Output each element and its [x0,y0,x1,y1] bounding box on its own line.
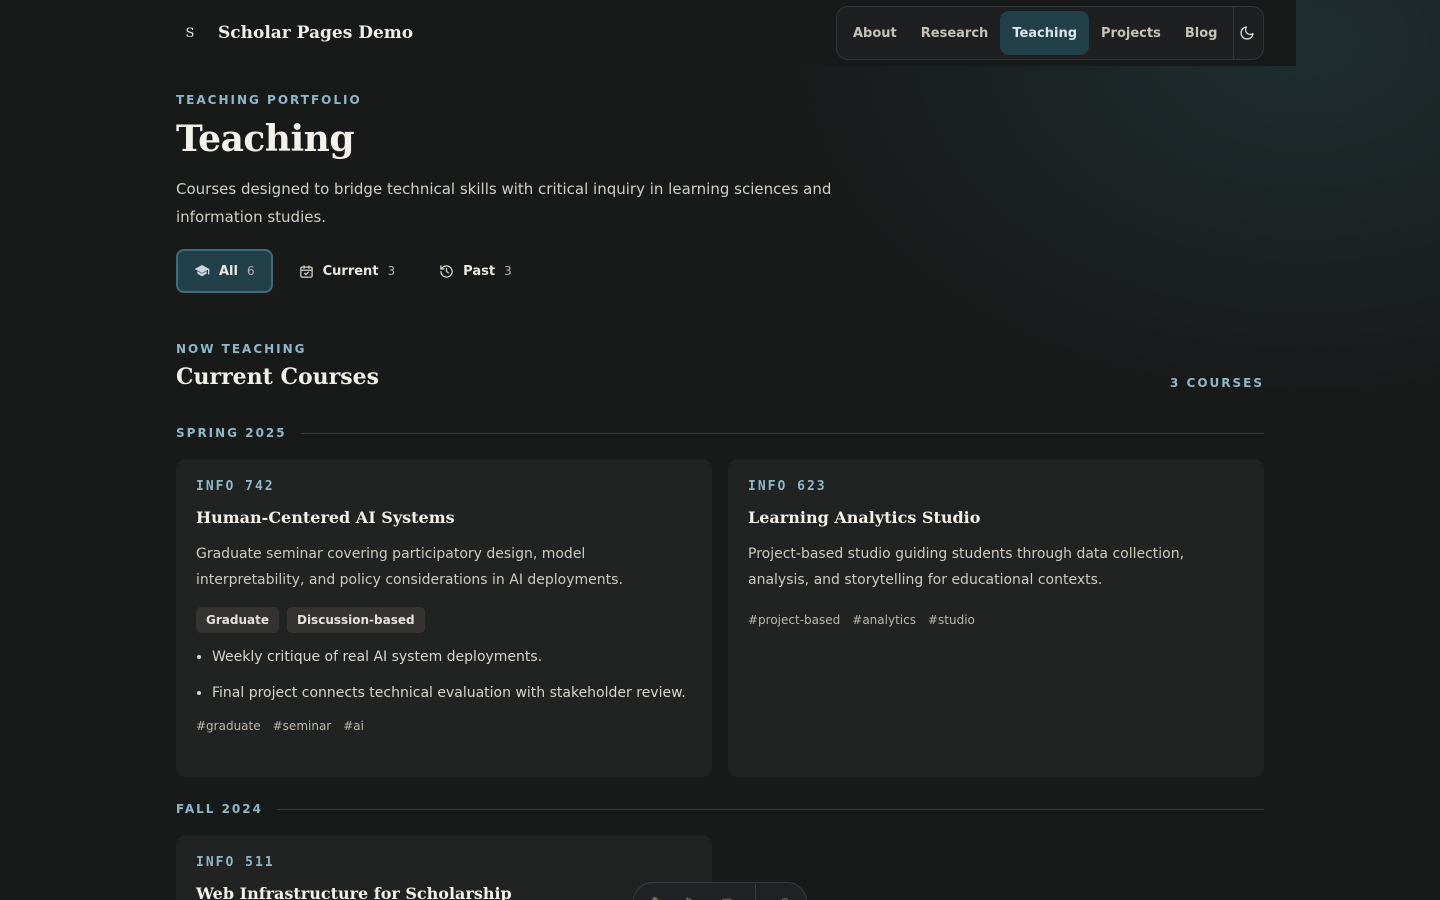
term-label: SPRING 2025 [176,426,287,440]
filter-count: 3 [504,264,512,278]
brand-name: Scholar Pages Demo [218,23,414,43]
term-label: FALL 2024 [176,802,263,816]
nav-about[interactable]: About [841,11,909,55]
term-divider [300,432,1264,434]
section-title: Current Courses [176,364,380,390]
tag[interactable]: #ai [343,719,364,733]
graduation-cap-icon [194,265,210,277]
gear-icon[interactable] [778,895,792,900]
filter-current[interactable]: Current 3 [281,249,414,293]
page-title: Teaching [176,118,355,160]
term-heading: FALL 2024 [176,802,1264,816]
course-title[interactable]: Human-Centered AI Systems [196,508,692,527]
course-card[interactable]: INFO 623 Learning Analytics Studio Proje… [728,459,1264,777]
course-code: INFO 623 [748,479,827,494]
main-nav: About Research Teaching Projects Blog [836,6,1264,60]
calendar-check-icon [299,264,313,278]
course-description: Project-based studio guiding students th… [748,546,1185,588]
filter-label: Past [463,263,496,279]
term-divider [276,808,1264,810]
section-eyebrow: NOW TEACHING [176,342,307,356]
course-description: Graduate seminar covering participatory … [196,546,623,588]
course-count: 3 COURSES [1169,376,1264,390]
nav-research[interactable]: Research [909,11,1001,55]
filter-past[interactable]: Past 3 [421,249,530,293]
menu-icon[interactable] [720,895,734,900]
hero-eyebrow: TEACHING PORTFOLIO [176,93,362,107]
filter-label: Current [322,263,379,279]
course-card[interactable]: INFO 742 Human-Centered AI Systems Gradu… [176,459,712,777]
moon-icon [1239,26,1254,40]
theme-toggle-button[interactable] [1234,11,1259,55]
nav-teaching[interactable]: Teaching [1000,11,1090,55]
filter-count: 6 [246,264,255,278]
tag[interactable]: #graduate [196,719,261,733]
course-code: INFO 511 [196,855,275,870]
tag[interactable]: #seminar [273,719,332,733]
highlight-item: Final project connects technical evaluat… [212,683,692,703]
history-icon [440,264,453,278]
filter-count: 3 [387,264,396,278]
course-badges: Graduate Discussion-based [196,607,692,633]
highlight-item: Weekly critique of real AI system deploy… [212,647,692,667]
course-title[interactable]: Web Infrastructure for Scholarship [196,884,692,900]
course-tags: #project-based #analytics #studio [748,613,1244,627]
course-filters: All 6 Current 3 Past 3 [176,249,530,293]
filter-all[interactable]: All 6 [176,249,273,293]
course-card[interactable]: INFO 511 Web Infrastructure for Scholars… [176,835,712,900]
nav-projects[interactable]: Projects [1089,11,1173,55]
tag[interactable]: #analytics [852,613,916,627]
floating-toolbar [633,882,807,900]
tag[interactable]: #studio [928,613,975,627]
pointer-icon[interactable] [684,895,698,900]
nav-blog[interactable]: Blog [1173,11,1230,55]
user-icon[interactable] [648,895,662,900]
badge: Discussion-based [286,607,425,633]
brand-link[interactable]: S Scholar Pages Demo [176,16,414,50]
filter-label: All [219,263,238,279]
course-highlights: Weekly critique of real AI system deploy… [196,647,692,703]
course-tags: #graduate #seminar #ai [196,719,692,733]
course-title[interactable]: Learning Analytics Studio [748,508,1244,527]
dock-divider [755,884,757,900]
term-heading: SPRING 2025 [176,426,1264,440]
course-code: INFO 742 [196,479,275,494]
tag[interactable]: #project-based [748,613,840,627]
page-lead: Courses designed to bridge technical ski… [176,180,832,226]
brand-mark: S [185,25,195,41]
badge: Graduate [196,607,279,633]
